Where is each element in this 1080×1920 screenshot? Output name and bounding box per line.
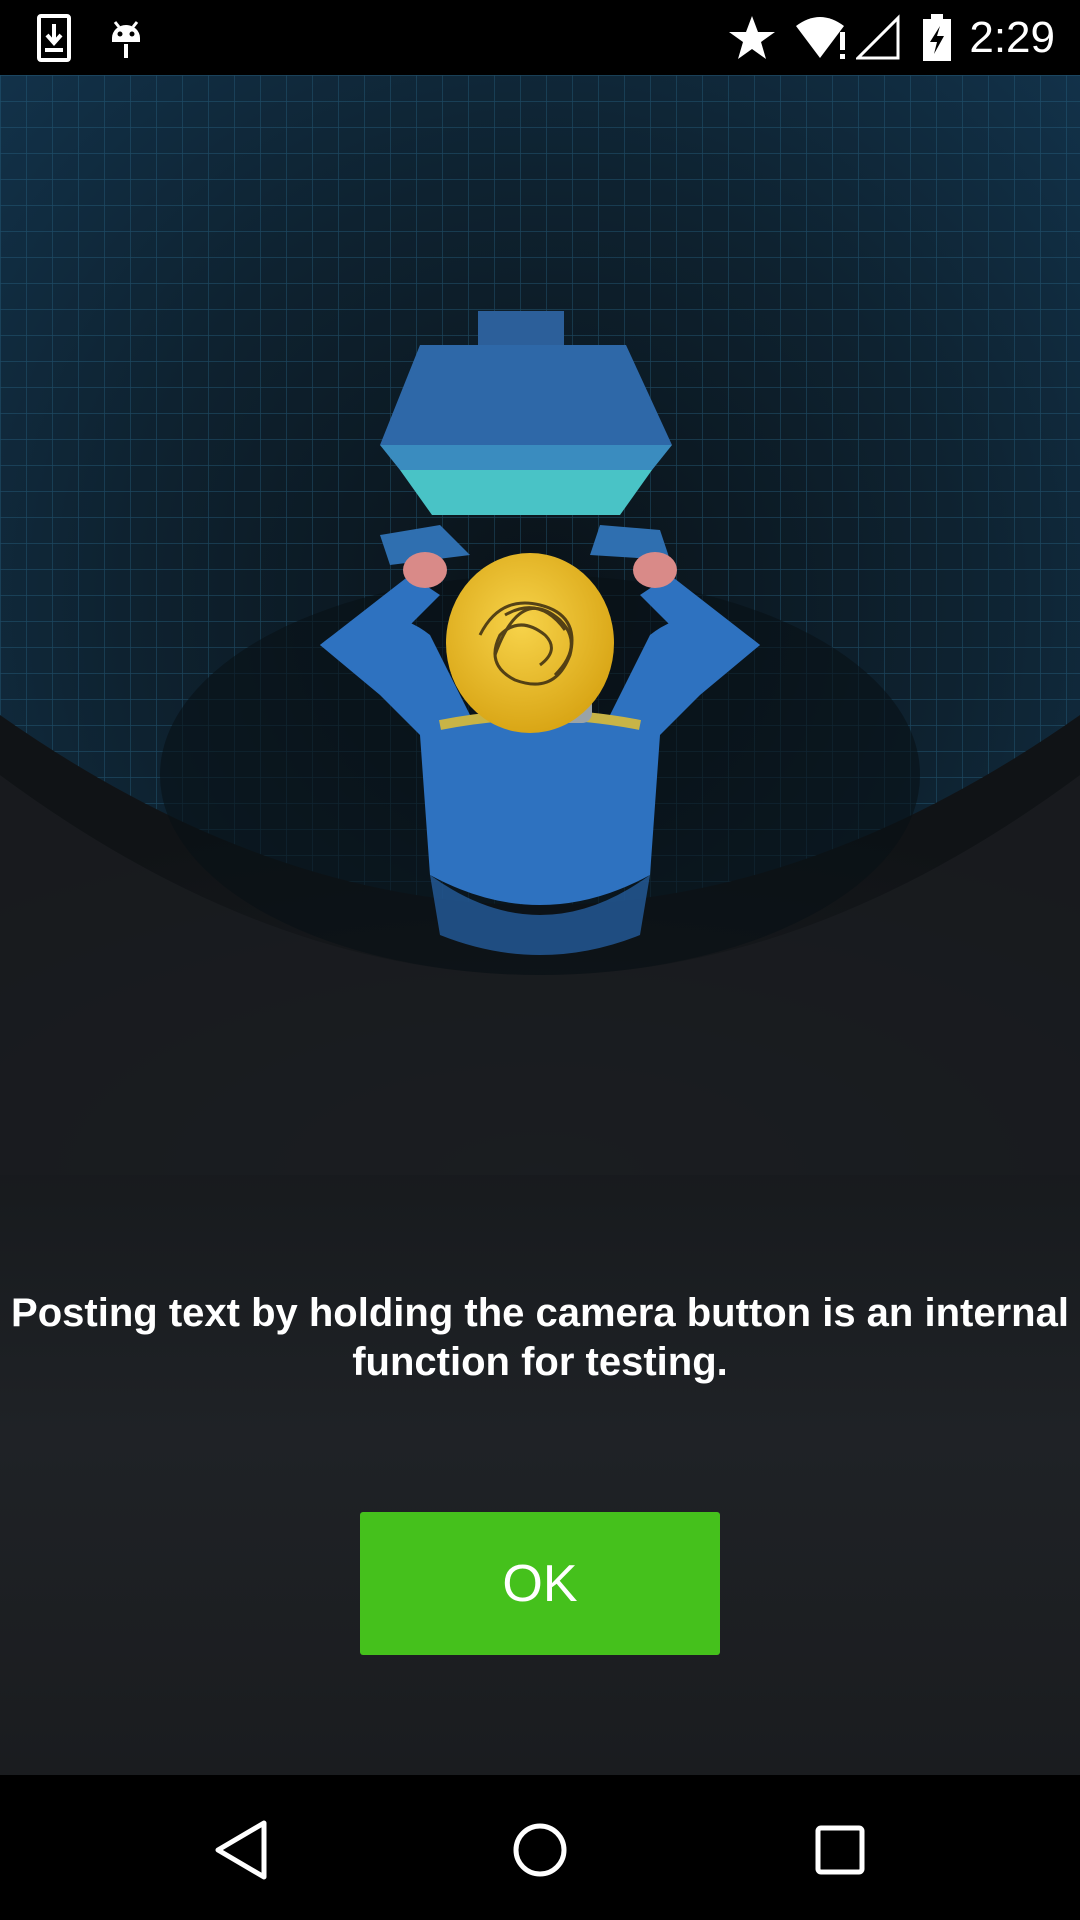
screen: 2:29 Posting text by holding the camera … [0, 0, 1080, 1920]
recents-icon[interactable] [805, 1815, 875, 1885]
person-with-lightbulb-head-illustration [0, 75, 1080, 1175]
status-bar: 2:29 [0, 0, 1080, 75]
dialog-content: Posting text by holding the camera butto… [0, 75, 1080, 1775]
navigation-bar [0, 1775, 1080, 1920]
wifi-alert-icon [796, 17, 845, 59]
android-debug-icon [112, 21, 140, 58]
ok-button[interactable]: OK [360, 1512, 720, 1655]
home-icon[interactable] [505, 1815, 575, 1885]
signal-icon [856, 14, 900, 60]
dialog-message: Posting text by holding the camera butto… [11, 1291, 1069, 1384]
back-icon[interactable] [206, 1815, 276, 1885]
battery-charging-icon [923, 14, 951, 61]
download-icon [37, 14, 71, 62]
status-time: 2:29 [969, 13, 1055, 62]
star-icon [729, 16, 775, 59]
